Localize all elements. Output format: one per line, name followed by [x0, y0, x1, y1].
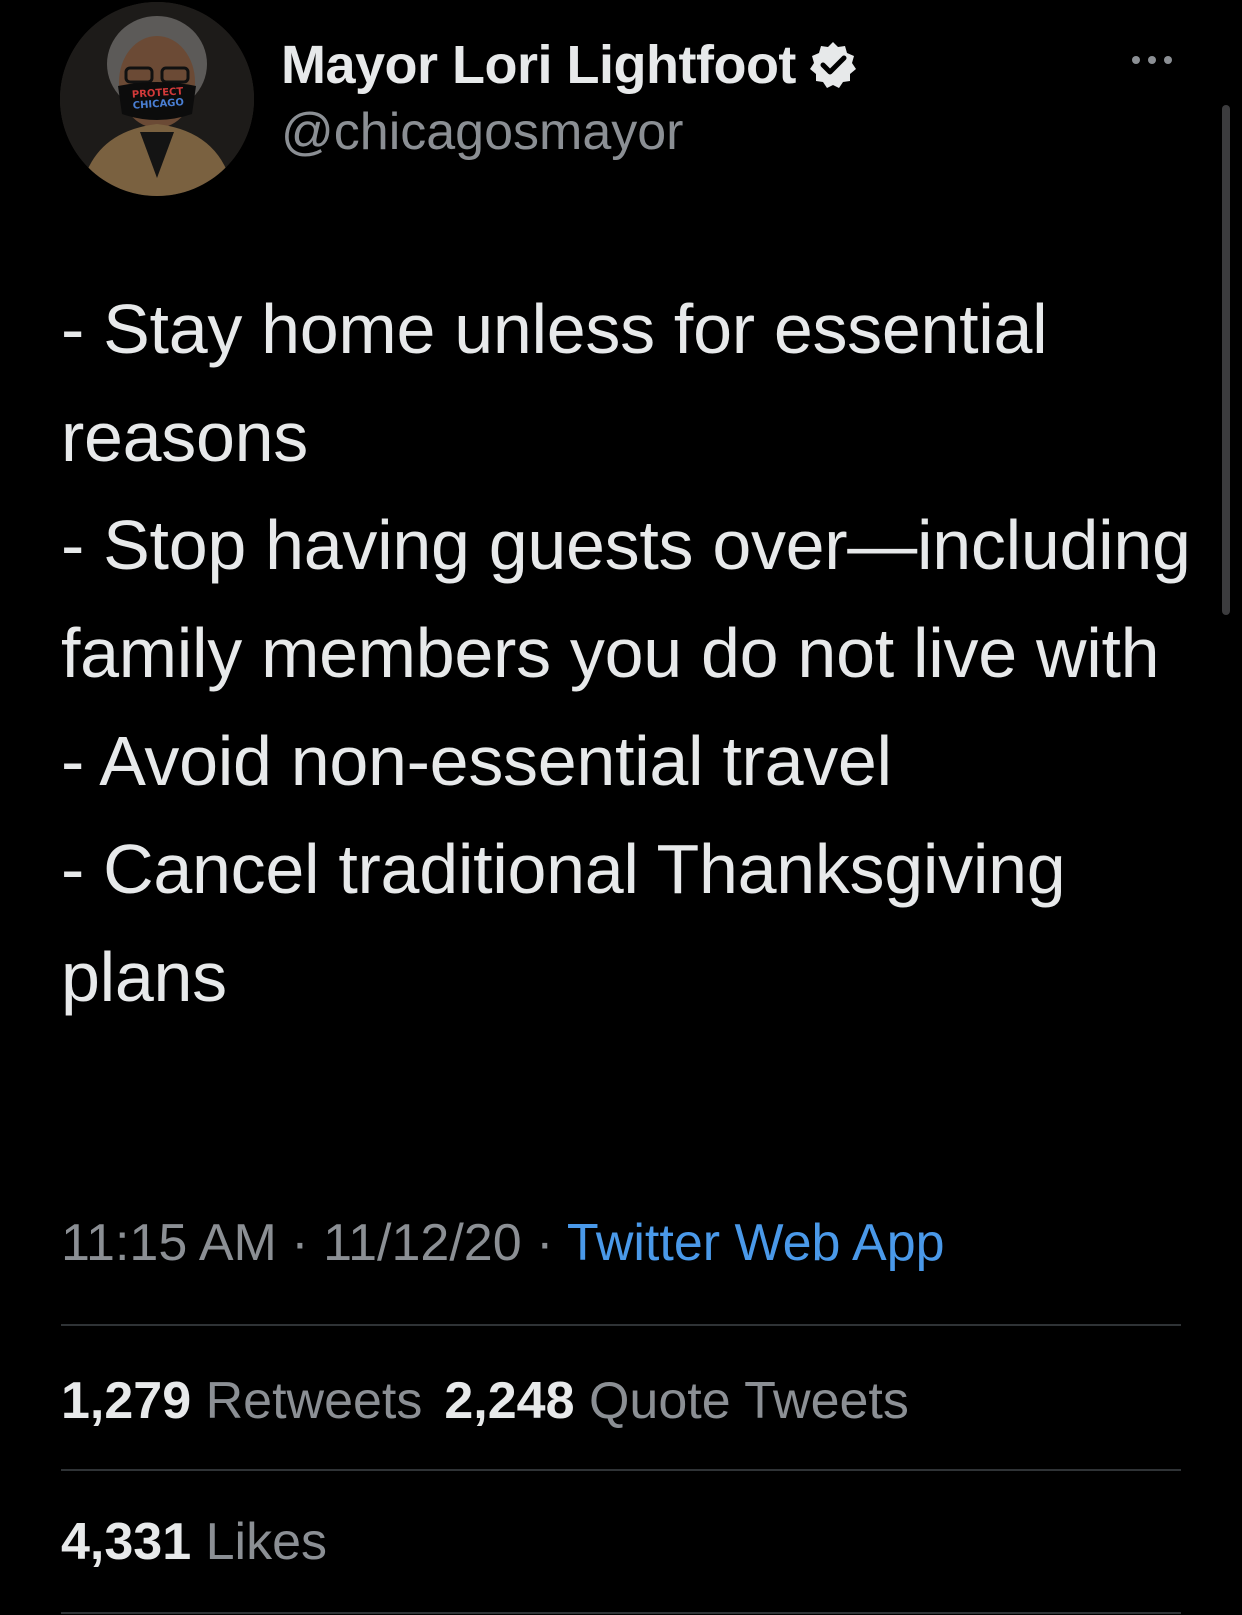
retweets-count: 1,279 [61, 1372, 192, 1430]
quote-tweets-label: Quote Tweets [588, 1372, 909, 1430]
tweet-time[interactable]: 11:15 AM [61, 1214, 277, 1272]
more-options-icon[interactable] [1128, 48, 1176, 72]
quote-tweets-count: 2,248 [444, 1372, 575, 1430]
likes-stat[interactable]: 4,331 Likes [61, 1513, 327, 1571]
likes-count: 4,331 [61, 1513, 192, 1571]
likes-row: 4,331 Likes [61, 1512, 349, 1572]
author-avatar[interactable]: PROTECT CHICAGO [60, 2, 254, 196]
engagement-row: 1,279 Retweets 2,248 Quote Tweets [61, 1371, 931, 1431]
divider [61, 1612, 1181, 1614]
divider [61, 1324, 1181, 1326]
quote-tweets-stat[interactable]: 2,248 Quote Tweets [444, 1372, 909, 1430]
retweets-label: Retweets [205, 1372, 423, 1430]
likes-label: Likes [205, 1513, 327, 1571]
author-handle[interactable]: @chicagosmayor [281, 102, 684, 162]
tweet-source-link[interactable]: Twitter Web App [567, 1214, 945, 1272]
meta-separator: · [276, 1214, 324, 1272]
tweet-meta: 11:15 AM · 11/12/20 · Twitter Web App [61, 1213, 945, 1273]
tweet-text: - Stay home unless for essential reasons… [61, 290, 1191, 1016]
meta-separator: · [521, 1214, 567, 1272]
avatar-mask-label: PROTECT CHICAGO [125, 86, 190, 112]
author-display-name[interactable]: Mayor Lori Lightfoot [281, 34, 796, 96]
tweet-date[interactable]: 11/12/20 [323, 1214, 522, 1272]
scrollbar-thumb[interactable] [1222, 105, 1230, 615]
author-name-row[interactable]: Mayor Lori Lightfoot [281, 34, 858, 96]
retweets-stat[interactable]: 1,279 Retweets [61, 1372, 422, 1430]
verified-badge-icon [808, 40, 858, 90]
divider [61, 1469, 1181, 1471]
